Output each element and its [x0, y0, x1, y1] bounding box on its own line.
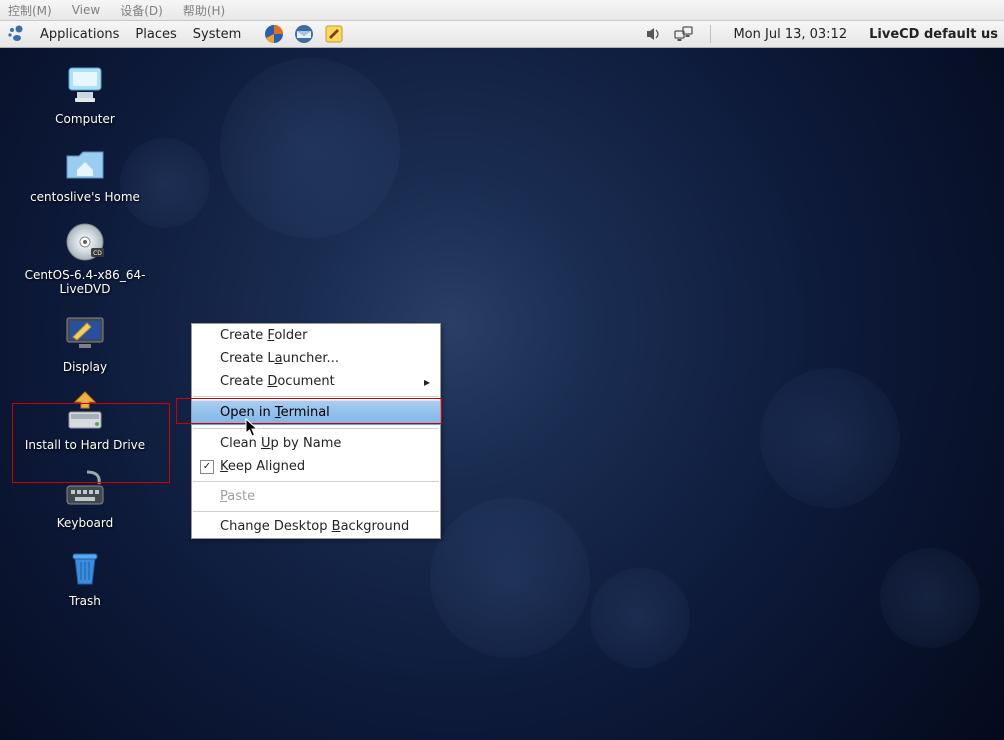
panel-right: Mon Jul 13, 03:12 LiveCD default us [644, 24, 998, 44]
install-to-hard-drive-icon [61, 388, 109, 436]
desktop-icon-label: Display [10, 360, 160, 374]
text: erminal [281, 405, 330, 420]
text: K [220, 459, 228, 474]
text: Create [220, 328, 267, 343]
desktop[interactable]: Computer centoslive's Home [0, 48, 1004, 740]
vm-host-menubar[interactable]: 控制(M) View 设备(D) 帮助(H) [0, 0, 1004, 21]
text: a [275, 351, 283, 366]
menu-separator [193, 481, 439, 482]
checkbox-checked-icon: ✓ [200, 460, 214, 474]
user-menu[interactable]: LiveCD default us [863, 27, 998, 42]
display-icon [61, 310, 109, 358]
desktop-icon-trash[interactable]: Trash [10, 540, 160, 618]
text: p by Name [271, 436, 342, 451]
menu-item-create-folder[interactable]: Create Folder [192, 324, 440, 347]
desktop-icon-computer[interactable]: Computer [10, 58, 160, 136]
menu-separator [193, 396, 439, 397]
menu-places[interactable]: Places [127, 27, 184, 42]
text: U [261, 436, 271, 451]
vm-menu-view[interactable]: View [72, 3, 100, 17]
desktop-icon-display[interactable]: Display [10, 306, 160, 384]
desktop-icon-label: Trash [10, 594, 160, 608]
firefox-launcher-icon[interactable] [263, 23, 285, 45]
tray-divider [710, 25, 711, 43]
desktop-icon-label: Keyboard [10, 516, 160, 530]
text: D [267, 374, 277, 389]
text: B [332, 519, 341, 534]
desktop-icon-install[interactable]: Install to Hard Drive [10, 384, 160, 462]
desktop-icon-label: CentOS-6.4-x86_64-LiveDVD [10, 268, 160, 296]
text: Change Desktop [220, 519, 332, 534]
text: ocument [277, 374, 334, 389]
desktop-icon-dvd[interactable]: CD CentOS-6.4-x86_64-LiveDVD [10, 214, 160, 306]
text: Create [220, 374, 267, 389]
desktop-icon-label: centoslive's Home [10, 190, 160, 204]
top-panel: Applications Places System [0, 21, 1004, 48]
text: aste [227, 489, 255, 504]
menu-separator [193, 428, 439, 429]
text: eep Aligned [228, 459, 305, 474]
network-icon[interactable] [674, 24, 694, 44]
menu-applications[interactable]: Applications [32, 27, 127, 42]
desktop-icon-label: Computer [10, 112, 160, 126]
home-folder-icon [61, 140, 109, 188]
text: Create L [220, 351, 275, 366]
menu-item-paste: Paste [192, 485, 440, 508]
keyboard-icon [61, 466, 109, 514]
menu-item-clean-up[interactable]: Clean Up by Name [192, 432, 440, 455]
desktop-icon-column: Computer centoslive's Home [0, 58, 170, 618]
text: uncher... [283, 351, 339, 366]
trash-icon [61, 544, 109, 592]
vm-menu-help[interactable]: 帮助(H) [183, 2, 225, 19]
menu-item-create-launcher[interactable]: Create Launcher... [192, 347, 440, 370]
vm-menu-devices[interactable]: 设备(D) [120, 2, 163, 19]
text: Clean [220, 436, 261, 451]
desktop-icon-label: Install to Hard Drive [10, 438, 160, 452]
menu-item-change-background[interactable]: Change Desktop Background [192, 515, 440, 538]
gnome-foot-icon[interactable] [6, 24, 26, 44]
volume-icon[interactable] [644, 24, 664, 44]
menu-separator [193, 511, 439, 512]
menu-item-open-terminal[interactable]: Open in Terminal [192, 400, 440, 425]
text: older [274, 328, 307, 343]
vm-menu-control[interactable]: 控制(M) [8, 2, 52, 19]
text: Open in [220, 405, 275, 420]
panel-left: Applications Places System [6, 23, 349, 45]
text-editor-launcher-icon[interactable] [323, 23, 345, 45]
menu-item-create-document[interactable]: Create Document [192, 370, 440, 393]
svg-text:CD: CD [93, 250, 102, 257]
desktop-icon-keyboard[interactable]: Keyboard [10, 462, 160, 540]
clock[interactable]: Mon Jul 13, 03:12 [727, 27, 853, 42]
desktop-context-menu: Create Folder Create Launcher... Create … [191, 323, 441, 539]
computer-icon [61, 62, 109, 110]
thunderbird-launcher-icon[interactable] [293, 23, 315, 45]
menu-item-keep-aligned[interactable]: ✓ Keep Aligned [192, 455, 440, 478]
desktop-icon-home[interactable]: centoslive's Home [10, 136, 160, 214]
optical-disc-icon: CD [61, 218, 109, 266]
text: ackground [341, 519, 410, 534]
menu-system[interactable]: System [185, 27, 249, 42]
